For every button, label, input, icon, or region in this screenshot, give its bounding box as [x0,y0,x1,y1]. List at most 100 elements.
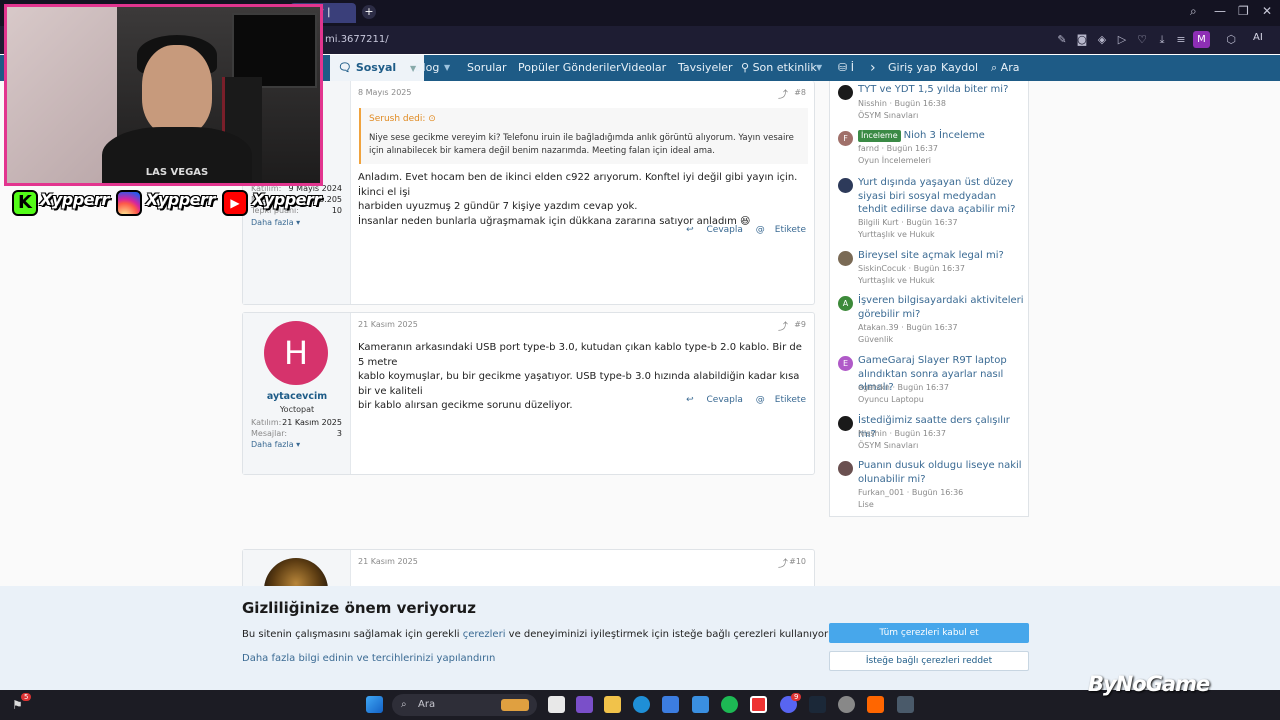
thread-forum[interactable]: Güvenlik [858,335,893,344]
thread-forum[interactable]: Yurttaşlık ve Hukuk [858,276,935,285]
nav-search[interactable]: ⌕ Ara [991,55,1019,81]
edge-icon[interactable] [633,696,650,713]
login-link[interactable]: Giriş yap [888,55,937,81]
windows-start-icon[interactable] [366,696,383,713]
profile-avatar[interactable]: M [1193,31,1210,48]
avatar[interactable]: A [838,296,853,311]
thread-title[interactable]: Yurt dışında yaşayan üst düzey siyasi bi… [858,176,1024,217]
steam-icon[interactable] [809,696,826,713]
user-title: Yoctopat [279,405,315,414]
thread-forum[interactable]: Oyun İncelemeleri [858,156,931,165]
thread-meta: Bilgili Kurt · Bugün 16:37 [858,218,958,227]
thread-forum[interactable]: Lise [858,500,874,509]
extension-icon[interactable]: ⬡ [1224,33,1238,47]
chevron-down-icon[interactable]: ▼ [444,55,450,81]
restore-icon[interactable]: ❐ [1238,4,1249,18]
thread-title[interactable]: Puanın dusuk oldugu liseye nakil olunabi… [858,459,1024,486]
thread-meta: Nisshin · Bugün 16:37 [858,429,946,438]
nav-scroll-right-icon[interactable]: › [870,55,876,81]
nav-popular-posts[interactable]: Popüler Gönderiler [518,55,621,81]
thread-meta: Nisshin · Bugün 16:38 [858,99,946,108]
post-user-panel: H aytacevcim Yoctopat Katılım: 21 Kasım 2… [243,313,351,474]
nav-recent-activity[interactable]: ⚲ Son etkinlik [741,55,817,81]
avatar[interactable]: H [264,321,328,385]
post-date[interactable]: 21 Kasım 2025 [358,557,418,566]
post-date[interactable]: 8 Mayıs 2025 [358,88,411,97]
tag-button[interactable]: @ Etikete [756,225,806,235]
thread-title[interactable]: İnceleme Nioh 3 İnceleme [858,129,1024,143]
share-icon[interactable]: ⤴ [778,86,788,101]
app-icon[interactable] [867,696,884,713]
download-icon[interactable]: ⤓ [1155,33,1169,47]
avatar[interactable] [838,251,853,266]
thread-title[interactable]: TYT ve YDT 1,5 yılda biter mi? [858,83,1024,97]
taskbar-search[interactable]: ⌕ Ara [392,694,537,716]
url-field[interactable]: mi.3677211/ [325,34,389,45]
thread-forum[interactable]: ÖSYM Sınavları [858,441,918,450]
quote-author[interactable]: Serush dedi: ⊙ [369,114,436,124]
thread-forum[interactable]: ÖSYM Sınavları [858,111,918,120]
post-number[interactable]: #8 [794,88,806,97]
post-number[interactable]: #9 [794,320,806,329]
nav-partial-item[interactable]: ⛁ İ [838,55,854,81]
reply-button[interactable]: ↩ Cevapla [686,225,743,235]
obs-icon[interactable] [838,696,855,713]
more-user-info[interactable]: Daha fazla ▾ [251,440,300,449]
avatar[interactable] [838,461,853,476]
thread-title[interactable]: İşveren bilgisayardaki aktiviteleri göre… [858,294,1024,321]
mail-icon[interactable] [692,696,709,713]
more-user-info[interactable]: Daha fazla ▾ [251,218,300,227]
webcam-shirt: LAS VEGAS [102,127,252,183]
play-icon[interactable]: ▷ [1115,33,1129,47]
nav-questions[interactable]: Sorular [467,55,507,81]
post-number[interactable]: #10 [789,557,806,566]
thread-title[interactable]: Bireysel site açmak legal mi? [858,249,1024,263]
register-link[interactable]: Kaydol [941,55,978,81]
accept-all-cookies-button[interactable]: Tüm çerezleri kabul et [829,623,1029,643]
menu-icon[interactable]: ≡ [1174,33,1188,47]
cookies-link[interactable]: çerezleri [463,629,506,640]
file-explorer-icon[interactable] [604,696,621,713]
thread-forum[interactable]: Oyuncu Laptopu [858,395,924,404]
username[interactable]: aytacevcim [243,391,351,402]
thread-meta: farnd · Bugün 16:37 [858,144,939,153]
opera-icon[interactable] [750,696,767,713]
notification-icon[interactable]: ⚑ [12,698,23,712]
reject-optional-cookies-button[interactable]: İsteğe bağlı çerezleri reddet [829,651,1029,671]
avatar[interactable]: F [838,131,853,146]
share-icon[interactable]: ⤴ [778,555,788,570]
avatar[interactable] [838,85,853,100]
camera-icon[interactable]: ◙ [1075,33,1089,47]
avatar[interactable]: E [838,356,853,371]
cookie-learn-more-link[interactable]: Daha fazla bilgi edinin ve tercihleriniz… [242,653,495,664]
shield-icon[interactable]: ◈ [1095,33,1109,47]
close-icon[interactable]: ✕ [1262,4,1272,18]
tag-button[interactable]: @ Etikete [756,395,806,405]
post-date[interactable]: 21 Kasım 2025 [358,320,418,329]
search-icon[interactable]: ⌕ [1190,4,1197,19]
social-handle: Xypperr [40,190,109,209]
nav-blog[interactable]: Blog [415,55,439,81]
nav-social[interactable]: 🗨 Sosyal ▼ [330,55,425,81]
thread-meta: Atakan.39 · Bugün 16:37 [858,323,958,332]
new-tab-button[interactable]: + [362,5,376,19]
post-8: Katılım: 9 Mayıs 2024 Mesajlar: 3.205 Tepk… [242,81,815,305]
minimize-icon[interactable]: — [1214,4,1226,18]
task-view-icon[interactable] [548,696,565,713]
reply-button[interactable]: ↩ Cevapla [686,395,743,405]
store-icon[interactable] [662,696,679,713]
tray-icon: ⛁ [838,61,848,74]
widgets-icon[interactable] [576,696,593,713]
nav-videos[interactable]: Videolar [621,55,666,81]
nav-recommendations[interactable]: Tavsiyeler [678,55,733,81]
thread-forum[interactable]: Yurttaşlık ve Hukuk [858,230,935,239]
chevron-down-icon[interactable]: ▼ [816,55,822,81]
heart-icon[interactable]: ♡ [1135,33,1149,47]
avatar[interactable] [838,416,853,431]
spotify-icon[interactable] [721,696,738,713]
settings-icon[interactable] [897,696,914,713]
edit-icon[interactable]: ✎ [1055,33,1069,47]
share-icon[interactable]: ⤴ [778,318,788,333]
ai-button[interactable]: AI [1253,32,1263,43]
avatar[interactable] [838,178,853,193]
